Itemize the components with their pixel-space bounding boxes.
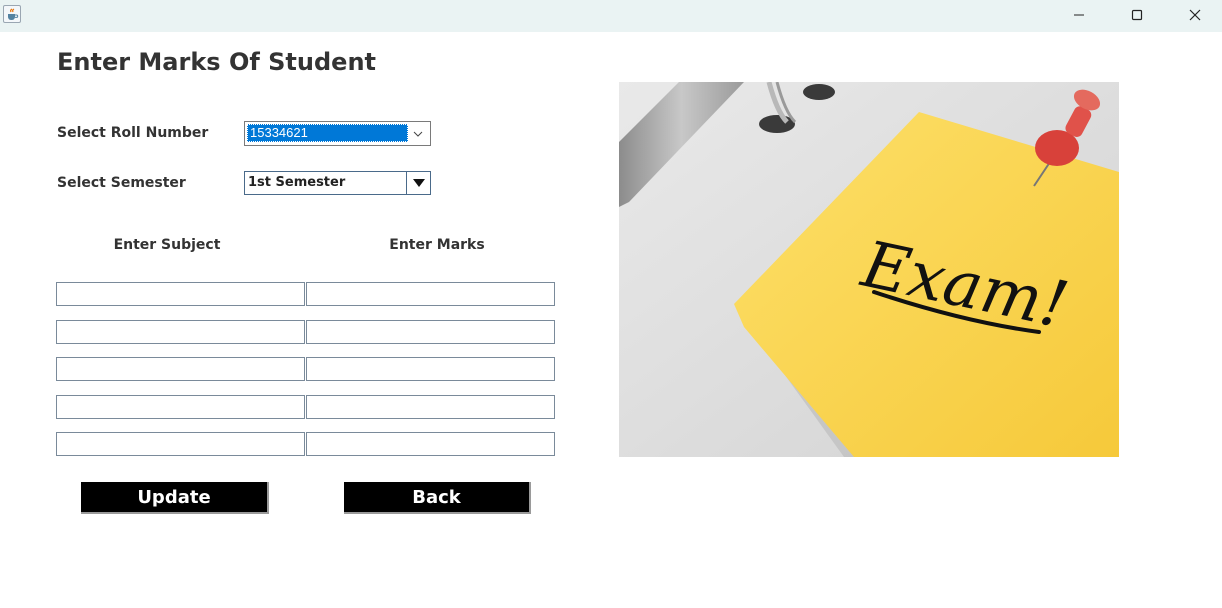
- roll-number-value: 15334621: [247, 124, 408, 142]
- marks-input-5[interactable]: [306, 432, 555, 456]
- exam-sticky-note-image: Exam!: [619, 82, 1119, 457]
- marks-input-3[interactable]: [306, 357, 555, 381]
- maximize-icon: [1131, 9, 1143, 21]
- chevron-down-icon[interactable]: [407, 123, 429, 144]
- semester-select[interactable]: 1st Semester: [244, 171, 431, 195]
- subject-input-3[interactable]: [56, 357, 305, 381]
- java-cup-icon: [3, 5, 21, 23]
- close-button[interactable]: [1166, 0, 1222, 30]
- roll-number-label: Select Roll Number: [57, 125, 209, 141]
- roll-number-select[interactable]: 15334621: [244, 121, 431, 146]
- minimize-button[interactable]: [1050, 0, 1108, 30]
- marks-column-header: Enter Marks: [389, 237, 485, 253]
- maximize-button[interactable]: [1108, 0, 1166, 30]
- semester-value: 1st Semester: [248, 175, 346, 190]
- subject-input-4[interactable]: [56, 395, 305, 419]
- triangle-down-icon[interactable]: [406, 172, 430, 194]
- update-button[interactable]: Update: [81, 482, 269, 514]
- subject-column-header: Enter Subject: [113, 237, 221, 253]
- semester-label: Select Semester: [57, 175, 186, 191]
- minimize-icon: [1074, 14, 1084, 16]
- close-icon: [1189, 9, 1201, 21]
- subject-input-1[interactable]: [56, 282, 305, 306]
- window-title-bar: [0, 0, 1222, 32]
- marks-input-2[interactable]: [306, 320, 555, 344]
- subject-input-5[interactable]: [56, 432, 305, 456]
- marks-input-1[interactable]: [306, 282, 555, 306]
- back-button[interactable]: Back: [344, 482, 531, 514]
- page-title: Enter Marks Of Student: [57, 48, 376, 76]
- marks-input-4[interactable]: [306, 395, 555, 419]
- subject-input-2[interactable]: [56, 320, 305, 344]
